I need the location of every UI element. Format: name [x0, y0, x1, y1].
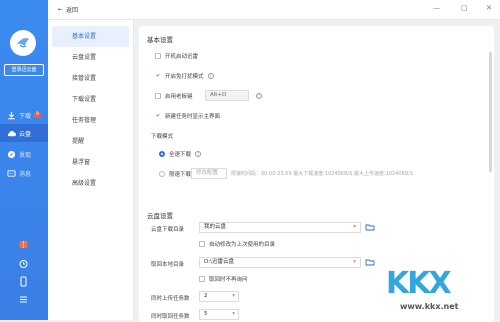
menu-item-cloud[interactable]: 云盘设置 — [52, 47, 129, 68]
maximize-icon[interactable]: □ — [461, 4, 468, 12]
fetch-count-select[interactable]: 5 ▾ — [199, 309, 239, 320]
help-icon[interactable]: ? — [207, 73, 214, 79]
fetch-count-label: 同时取回任务数 — [151, 314, 190, 320]
menu-item-takeover[interactable]: 接管设置 — [52, 68, 129, 89]
download-icon — [8, 111, 15, 119]
boss-key-option[interactable]: 启用老板键 — [155, 92, 193, 100]
no-ask-checkbox[interactable] — [199, 276, 205, 282]
menu-item-advanced[interactable]: 高级设置 — [52, 173, 129, 194]
gift-icon[interactable] — [18, 238, 29, 249]
no-ask-option[interactable]: 取回时不再询问 — [199, 275, 248, 283]
menu-item-reminder[interactable]: 提醒 — [52, 131, 129, 152]
nav-messages-label: 消息 — [19, 170, 32, 178]
folder-icon[interactable] — [365, 222, 375, 232]
nav-cloud-label: 云盘 — [19, 130, 32, 138]
upload-count-label: 同时上传任务数 — [151, 296, 190, 302]
cloud-download-dir-value: 我的云盘 — [204, 224, 227, 230]
settings-menu: 基本设置 云盘设置 接管设置 下载设置 任务管理 提醒 悬浮窗 高级设置 — [48, 20, 134, 320]
left-sidebar: 登录迅云盘 下载 9 云盘 发现 消息 — [0, 0, 48, 320]
back-button[interactable]: ← 返回 — [58, 5, 78, 14]
boss-key-checkbox[interactable] — [155, 93, 161, 99]
cloud-download-dir-select[interactable]: 我的云盘 ▾ — [199, 222, 361, 233]
menu-icon[interactable] — [18, 294, 29, 305]
no-disturb-option[interactable]: ✔ 开启免打扰模式 ? — [155, 72, 214, 80]
chevron-down-icon: ▾ — [232, 293, 235, 299]
menu-item-basic[interactable]: 基本设置 — [52, 26, 129, 47]
nav-messages[interactable]: 消息 — [0, 164, 48, 182]
chevron-down-icon: ▾ — [353, 259, 356, 265]
avatar[interactable] — [10, 30, 36, 56]
chevron-down-icon: ▾ — [232, 311, 235, 317]
upload-count-select[interactable]: 2 ▾ — [199, 291, 239, 302]
minimize-icon[interactable]: — — [433, 4, 440, 12]
limit-speed-label: 限速下载 — [169, 172, 192, 178]
help-icon[interactable]: ? — [256, 93, 262, 99]
limit-speed-option[interactable]: 限速下载 — [159, 170, 191, 178]
no-disturb-label: 开启免打扰模式 — [165, 74, 204, 80]
bird-logo-icon — [17, 38, 29, 48]
phone-icon[interactable] — [18, 276, 29, 287]
show-main-checkbox[interactable]: ✔ — [155, 113, 161, 119]
fetch-count-value: 5 — [204, 311, 208, 317]
compass-icon — [7, 150, 16, 158]
cloud-download-dir-label: 云盘下载目录 — [151, 227, 185, 233]
local-dir-value: D:\迅雷云盘 — [204, 259, 234, 265]
limit-speed-radio[interactable] — [159, 171, 165, 177]
auto-start-label: 开机启动迅雷 — [165, 54, 199, 60]
no-ask-label: 取回时不再询问 — [209, 277, 248, 283]
cloud-settings-title: 云盘设置 — [147, 212, 173, 220]
full-speed-radio[interactable] — [159, 151, 165, 157]
auto-modify-checkbox[interactable] — [199, 241, 205, 247]
nav-download-label: 下载 — [19, 112, 32, 120]
nav-download[interactable]: 下载 9 — [0, 106, 48, 124]
cloud-icon — [7, 130, 16, 136]
folder-icon[interactable] — [365, 257, 375, 267]
menu-item-task-manage[interactable]: 任务管理 — [52, 110, 129, 131]
back-label: 返回 — [66, 7, 79, 14]
auto-start-option[interactable]: 开机启动迅雷 — [155, 52, 198, 60]
nav-discover[interactable]: 发现 — [0, 145, 48, 163]
show-main-label: 新建任务时显示主界面 — [165, 114, 221, 120]
nav-cloud[interactable]: 云盘 — [0, 124, 48, 142]
scrollbar[interactable] — [489, 52, 492, 172]
auto-modify-label: 自动修改为上次使用的目录 — [209, 242, 276, 248]
basic-settings-card: 基本设置 开机启动迅雷 ✔ 开启免打扰模式 ? 启用老板键 Alt+D ? ✔ … — [139, 26, 494, 212]
arrow-left-icon: ← — [58, 6, 64, 13]
local-dir-select[interactable]: D:\迅雷云盘 ▾ — [199, 257, 361, 268]
download-mode-label: 下载模式 — [151, 134, 174, 140]
download-count-badge: 9 — [34, 112, 41, 118]
full-speed-option[interactable]: 全速下载 ? — [159, 150, 202, 158]
help-icon[interactable]: ? — [195, 151, 202, 157]
auto-start-checkbox[interactable] — [155, 53, 161, 59]
boss-key-input[interactable]: Alt+D — [205, 90, 249, 101]
message-icon — [7, 169, 16, 177]
alarm-icon[interactable] — [18, 258, 29, 269]
watermark-logo: KKX — [386, 266, 452, 301]
auto-modify-option[interactable]: 自动修改为上次使用的目录 — [199, 240, 275, 248]
login-button[interactable]: 登录迅云盘 — [4, 64, 44, 76]
no-disturb-checkbox[interactable]: ✔ — [155, 73, 161, 79]
close-icon[interactable]: ✕ — [486, 4, 492, 12]
full-speed-label: 全速下载 — [169, 152, 192, 158]
show-main-option[interactable]: ✔ 新建任务时显示主界面 — [155, 112, 220, 120]
upload-count-value: 2 — [204, 293, 208, 299]
top-bar: ← 返回 — □ ✕ — [48, 0, 500, 20]
chevron-down-icon: ▾ — [353, 224, 356, 230]
watermark-site: www.kkx.net — [400, 302, 459, 311]
local-dir-label: 取回本地目录 — [151, 262, 185, 268]
basic-settings-title: 基本设置 — [147, 36, 173, 44]
nav-discover-label: 发现 — [19, 151, 32, 159]
boss-key-label: 启用老板键 — [165, 94, 193, 100]
menu-item-float-window[interactable]: 悬浮窗 — [52, 152, 129, 173]
menu-item-download[interactable]: 下载设置 — [52, 89, 129, 110]
modify-config-button[interactable]: 修改配置 — [191, 168, 227, 179]
limit-speed-info: 限速时间段：00:00-23:59 最大下载速度:10240KB/S 最大上传速… — [231, 171, 414, 177]
